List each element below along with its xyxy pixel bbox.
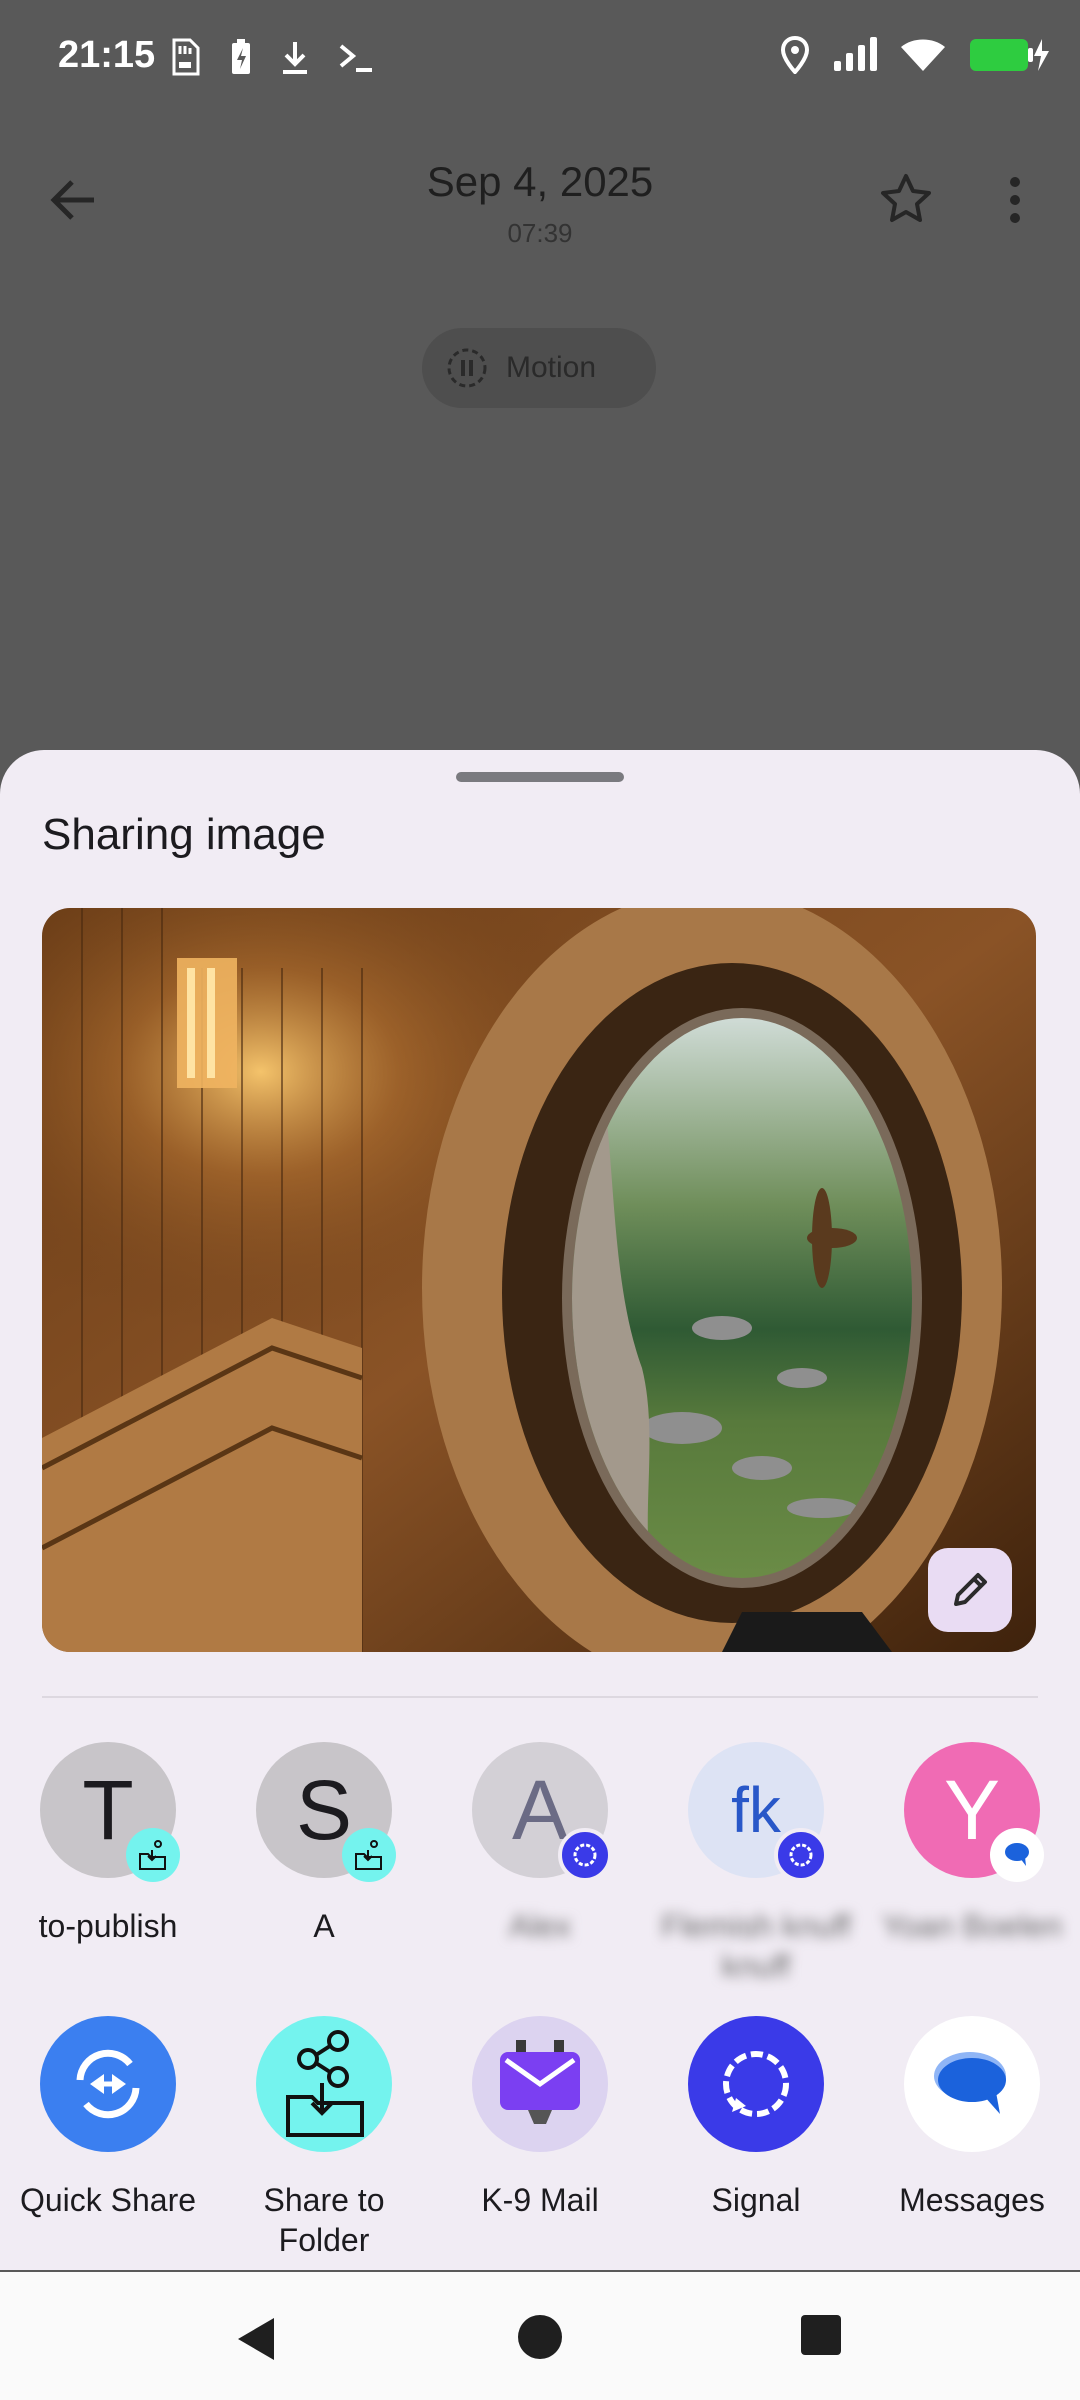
app-signal[interactable]: Signal [648,2016,864,2220]
avatar: Y [904,1742,1044,1882]
contact-label: Flemish knuff knuff [661,1908,851,1984]
app-label: Quick Share [19,2182,197,2218]
contact-a[interactable]: S A [216,1742,432,1946]
contact-label: Yoan Boelen [881,1908,1063,1944]
nav-home-button[interactable] [517,2314,563,2365]
nav-back-icon [238,2318,274,2360]
nav-back-button[interactable] [234,2314,278,2369]
status-bar: 21:15 [0,0,1080,120]
app-share-to-folder[interactable]: Share to Folder [216,2016,432,2260]
edit-image-button[interactable] [928,1548,1012,1632]
app-label: Messages [899,2182,1045,2218]
signal-icon [834,37,877,71]
location-icon [780,36,810,74]
avatar: fk [688,1742,828,1882]
signal-badge-icon [774,1828,828,1882]
status-time: 21:15 [58,34,156,76]
avatar: S [256,1742,396,1882]
more-vert-icon [1010,177,1020,223]
contact-to-publish[interactable]: T to-publish [0,1742,216,1946]
favorite-button[interactable] [876,170,936,230]
share-to-folder-icon [256,2016,392,2152]
motion-toggle[interactable]: Motion [422,328,656,408]
app-quick-share[interactable]: Quick Share [0,2016,216,2220]
terminal-icon [339,44,372,72]
contact-label: to-publish [38,1908,178,1944]
signal-badge-icon [558,1828,612,1882]
share-to-folder-badge-icon [126,1828,180,1882]
battery-icon [970,39,1049,71]
image-preview [42,908,1036,1652]
quick-share-icon [40,2016,176,2152]
messages-badge-icon [990,1828,1044,1882]
contact-label: A [313,1908,335,1944]
app-bar: Sep 4, 2025 07:39 [0,130,1080,280]
contact-alex[interactable]: A Alex [432,1742,648,1946]
status-left-icons [168,38,374,76]
share-to-folder-badge-icon [342,1828,396,1882]
sauna-photo [42,908,1036,1652]
contact-yoan[interactable]: Y Yoan Boelen [864,1742,1080,1946]
contact-flemish-knuff[interactable]: fk Flemish knuff knuff [648,1742,864,1986]
app-label: Signal [711,2182,801,2218]
drag-handle[interactable] [456,772,624,782]
nav-home-icon [518,2315,562,2359]
avatar: A [472,1742,612,1882]
contact-label: Alex [508,1908,572,1944]
sd-card-icon [172,38,200,76]
wifi-icon [901,39,945,71]
more-options-button[interactable] [990,170,1040,230]
nav-recents-icon [801,2315,841,2355]
signal-app-icon [688,2016,824,2152]
share-sheet: Sharing image T to-publish S A A Alex fk… [0,750,1080,2270]
app-messages[interactable]: Messages [864,2016,1080,2220]
download-icon [283,42,307,74]
nav-recents-button[interactable] [800,2314,842,2361]
messages-icon [904,2016,1040,2152]
app-label: K-9 Mail [481,2182,599,2218]
battery-charging-icon [232,39,250,74]
avatar-initial: fk [731,1774,781,1846]
avatar-initial: T [82,1762,134,1857]
app-label: Share to Folder [263,2182,385,2258]
app-k9-mail[interactable]: K-9 Mail [432,2016,648,2220]
navigation-bar [0,2272,1080,2400]
sheet-title: Sharing image [42,810,326,859]
avatar: T [40,1742,180,1882]
section-divider [42,1696,1038,1698]
pencil-icon [954,1573,987,1606]
k9-mail-icon [472,2016,608,2152]
motion-pause-icon [447,348,487,388]
star-icon [881,174,931,222]
motion-label: Motion [506,351,597,384]
status-right-icons [780,36,1050,74]
